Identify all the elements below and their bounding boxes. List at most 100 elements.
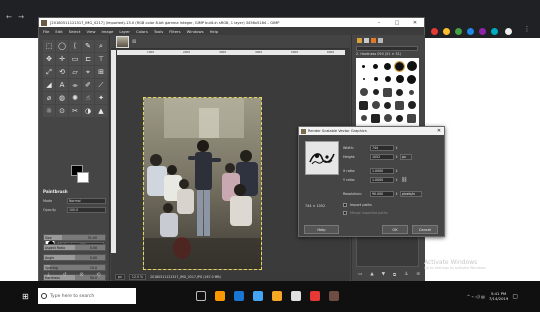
- brush-preset[interactable]: [406, 86, 417, 98]
- zoom-select[interactable]: 12.5 %: [128, 274, 147, 280]
- height-field[interactable]: 1052: [370, 153, 394, 160]
- chrome-icon[interactable]: [310, 291, 320, 301]
- reset-options-icon[interactable]: ⟲: [96, 272, 100, 279]
- tool-button[interactable]: ⊞: [95, 66, 107, 78]
- firefox-icon[interactable]: [215, 291, 225, 301]
- chain-link-icon[interactable]: ⛓: [401, 177, 407, 183]
- vertical-ruler[interactable]: [111, 50, 116, 253]
- brushes-tab-icon[interactable]: [357, 37, 362, 43]
- yratio-field[interactable]: 1.0000: [370, 176, 394, 183]
- fonts-tab-icon[interactable]: [371, 37, 376, 43]
- resolution-field[interactable]: 90.000: [370, 190, 394, 197]
- horizontal-ruler[interactable]: 1000 2000 3000 4000 5000 6000: [117, 50, 345, 55]
- import-paths-checkbox[interactable]: [343, 202, 347, 207]
- brush-preset[interactable]: [406, 60, 417, 72]
- brush-preset[interactable]: [406, 99, 417, 111]
- canvas-image[interactable]: [143, 97, 262, 270]
- tool-option-slider[interactable]: Spacing 10.0: [43, 264, 106, 271]
- width-spin-icon[interactable]: ⇕: [394, 146, 399, 150]
- tool-button[interactable]: ▱: [69, 66, 81, 78]
- menu-select[interactable]: Select: [69, 29, 81, 34]
- tool-button[interactable]: ⟋: [95, 79, 107, 91]
- width-field[interactable]: 744: [370, 144, 394, 151]
- tool-button[interactable]: ⊙: [56, 105, 68, 117]
- tool-button[interactable]: ◍: [56, 92, 68, 104]
- duplicate-icon[interactable]: ⧉: [393, 272, 396, 279]
- tool-button[interactable]: ✎: [82, 40, 94, 52]
- brush-preset[interactable]: [406, 112, 417, 124]
- extension-icon[interactable]: [455, 28, 462, 35]
- ok-button[interactable]: OK: [382, 225, 408, 234]
- file-explorer-icon[interactable]: [272, 291, 282, 301]
- height-spin-icon[interactable]: ⇕: [394, 155, 399, 159]
- extension-icon[interactable]: [431, 28, 438, 35]
- tool-button[interactable]: ⌯: [69, 79, 81, 91]
- menu-tools[interactable]: Tools: [154, 29, 163, 34]
- opacity-field[interactable]: 100.0: [67, 206, 106, 213]
- menu-windows[interactable]: Windows: [187, 29, 204, 34]
- close-button[interactable]: ✕: [406, 20, 424, 26]
- brush-preset[interactable]: [382, 112, 393, 124]
- new-icon[interactable]: ▭: [358, 272, 362, 279]
- menu-colors[interactable]: Colors: [136, 29, 148, 34]
- background-color-swatch[interactable]: [77, 172, 89, 183]
- menu-image[interactable]: Image: [101, 29, 113, 34]
- brush-preset[interactable]: [358, 99, 369, 111]
- xratio-spin-icon[interactable]: ⇕: [394, 169, 399, 173]
- menu-filters[interactable]: Filters: [169, 29, 180, 34]
- resolution-spin-icon[interactable]: ⇕: [394, 192, 399, 196]
- save-options-icon[interactable]: ⤓: [47, 272, 49, 279]
- image-tab-thumbnail[interactable]: [116, 36, 129, 48]
- raise-icon[interactable]: ▲: [370, 272, 373, 279]
- minimize-button[interactable]: –: [370, 20, 388, 26]
- menu-layer[interactable]: Layer: [119, 29, 130, 34]
- documents-tab-icon[interactable]: [378, 37, 383, 43]
- tool-button[interactable]: ✐: [82, 79, 94, 91]
- menu-edit[interactable]: Edit: [55, 29, 62, 34]
- tool-button[interactable]: ☝: [82, 92, 94, 104]
- tool-button[interactable]: ⟲: [56, 66, 68, 78]
- brush-preset[interactable]: [394, 86, 405, 98]
- lower-icon[interactable]: ▼: [382, 272, 385, 279]
- restore-options-icon[interactable]: ↺: [62, 272, 66, 279]
- tool-button[interactable]: ⬚: [43, 40, 55, 52]
- brush-preset[interactable]: [370, 73, 381, 85]
- tool-button[interactable]: ⌀: [43, 92, 55, 104]
- task-view-icon[interactable]: [196, 291, 206, 301]
- close-tab-icon[interactable]: ⊠: [132, 39, 136, 45]
- browser-menu-icon[interactable]: ⋮: [522, 24, 532, 34]
- tool-button[interactable]: ⤢: [43, 66, 55, 78]
- notification-icon[interactable]: ▢: [512, 293, 518, 300]
- mode-select[interactable]: Normal: [67, 197, 106, 204]
- tool-button[interactable]: ☼: [43, 105, 55, 117]
- tool-button[interactable]: ✦: [95, 92, 107, 104]
- maximize-button[interactable]: □: [388, 20, 406, 26]
- delete-icon[interactable]: ⊘: [416, 272, 420, 279]
- brush-preset[interactable]: [382, 99, 393, 111]
- cancel-button[interactable]: Cancel: [412, 225, 438, 234]
- edge-icon[interactable]: [253, 291, 263, 301]
- tray-icons[interactable]: ^ ⌁ ◁) ▤: [467, 294, 485, 299]
- tool-button[interactable]: ✛: [56, 53, 68, 65]
- brush-preset[interactable]: [394, 73, 405, 85]
- patterns-tab-icon[interactable]: [364, 37, 369, 43]
- brush-preset[interactable]: [370, 99, 381, 111]
- brush-preset[interactable]: [358, 73, 369, 85]
- extension-icon[interactable]: [467, 28, 474, 35]
- tool-button[interactable]: ⌖: [82, 66, 94, 78]
- brush-preset[interactable]: [382, 60, 393, 72]
- brush-preset[interactable]: [358, 112, 369, 124]
- brush-preset[interactable]: [394, 60, 405, 72]
- tool-button[interactable]: ▭: [69, 53, 81, 65]
- delete-options-icon[interactable]: ⊘: [79, 272, 83, 279]
- brush-preset[interactable]: [370, 112, 381, 124]
- tool-button[interactable]: ⊏: [82, 53, 94, 65]
- profile-avatar[interactable]: [505, 28, 512, 35]
- brush-preset[interactable]: [382, 86, 393, 98]
- help-button[interactable]: Help: [304, 225, 339, 234]
- tool-button[interactable]: ⊤: [95, 53, 107, 65]
- brush-preset[interactable]: [394, 99, 405, 111]
- tool-button[interactable]: ✥: [43, 53, 55, 65]
- extension-icon[interactable]: [491, 28, 498, 35]
- menu-file[interactable]: File: [43, 29, 49, 34]
